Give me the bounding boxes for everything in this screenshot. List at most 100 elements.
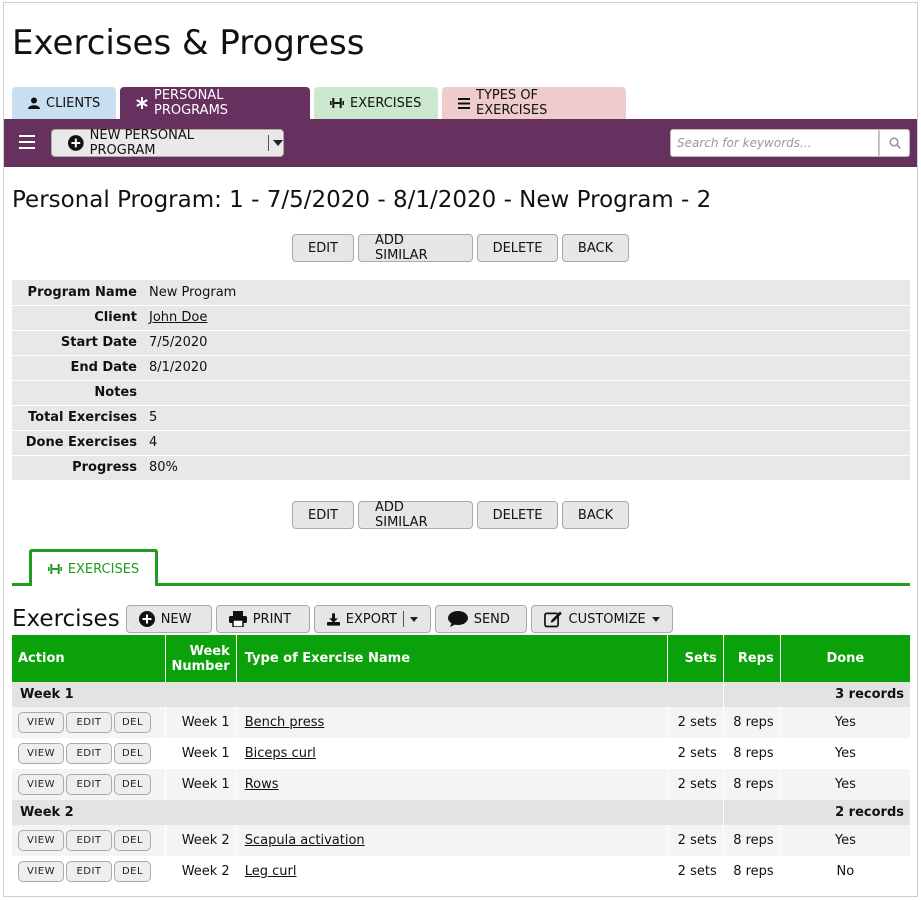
group-label: Week 2: [12, 800, 724, 825]
delete-row-button[interactable]: DEL: [114, 830, 151, 851]
add-similar-button[interactable]: ADD SIMILAR: [358, 233, 473, 263]
detail-value-cell: John Doe: [141, 305, 910, 331]
col-reps[interactable]: Reps: [723, 635, 781, 682]
detail-row-program-name: Program Name New Program: [12, 280, 910, 306]
detail-row-done-exercises: Done Exercises 4: [12, 430, 910, 456]
tab-personal-programs[interactable]: PERSONAL PROGRAMS: [120, 87, 310, 119]
send-button[interactable]: SEND: [434, 605, 527, 633]
plus-circle-icon: [138, 611, 155, 627]
table-row: VIEW EDIT DEL Week 2 Leg curl 2 sets 8 rep…: [12, 856, 910, 887]
subtab-exercises[interactable]: EXERCISES: [29, 549, 158, 586]
cell-reps: 8 reps: [723, 738, 781, 769]
table-header-row: Action Week Number Type of Exercise Name…: [12, 635, 910, 682]
table-row: VIEW EDIT DEL Week 1 Biceps curl 2 sets 8 …: [12, 738, 910, 769]
cell-done: Yes: [780, 707, 910, 738]
view-button[interactable]: VIEW: [18, 712, 64, 733]
detail-value: New Program: [141, 280, 910, 306]
tab-exercises[interactable]: EXERCISES: [314, 87, 438, 119]
cell-type: Rows: [236, 769, 668, 800]
edit-button[interactable]: EDIT: [292, 501, 354, 529]
back-button[interactable]: BACK: [562, 234, 629, 262]
cell-reps: 8 reps: [723, 769, 781, 800]
group-label: Week 1: [12, 682, 724, 707]
new-exercise-button[interactable]: NEW: [125, 605, 212, 633]
print-button[interactable]: PRINT: [215, 605, 310, 633]
record-actions-bottom: EDIT ADD SIMILAR DELETE BACK: [292, 500, 629, 530]
edit-row-button[interactable]: EDIT: [66, 712, 112, 733]
list-icon: [458, 97, 470, 109]
detail-label: Progress: [12, 455, 141, 481]
main-tabs: CLIENTS PERSONAL PROGRAMS EXERCISES TYPE…: [12, 87, 626, 119]
exercises-table: Action Week Number Type of Exercise Name…: [12, 635, 910, 887]
cell-done: Yes: [780, 769, 910, 800]
detail-value: 7/5/2020: [141, 330, 910, 356]
search-icon: [888, 137, 901, 149]
cell-done: Yes: [780, 825, 910, 856]
tab-exercises-label: EXERCISES: [350, 95, 422, 111]
detail-label: Program Name: [12, 280, 141, 306]
search-input[interactable]: [670, 129, 879, 157]
export-button[interactable]: EXPORT: [313, 605, 431, 633]
cell-sets: 2 sets: [667, 769, 724, 800]
table-row: VIEW EDIT DEL Week 2 Scapula activation 2 …: [12, 825, 910, 856]
edit-row-button[interactable]: EDIT: [66, 774, 112, 795]
chat-bubble-icon: [447, 611, 468, 627]
edit-row-button[interactable]: EDIT: [66, 830, 112, 851]
col-sets[interactable]: Sets: [667, 635, 724, 682]
plus-circle-icon: [68, 135, 84, 151]
col-week-number[interactable]: Week Number: [165, 635, 237, 682]
new-personal-program-button[interactable]: NEW PERSONAL PROGRAM: [51, 128, 284, 158]
add-similar-button[interactable]: ADD SIMILAR: [358, 500, 473, 530]
exercise-type-link[interactable]: Scapula activation: [245, 833, 365, 848]
tab-clients[interactable]: CLIENTS: [12, 87, 116, 119]
delete-row-button[interactable]: DEL: [114, 861, 151, 882]
group-row-week-1: Week 1 3 records: [12, 682, 910, 707]
detail-row-progress: Progress 80%: [12, 455, 910, 481]
customize-button[interactable]: CUSTOMIZE: [530, 605, 673, 633]
delete-button[interactable]: DELETE: [477, 501, 558, 529]
detail-value: [141, 380, 910, 406]
detail-label: Client: [12, 305, 141, 331]
download-icon: [326, 612, 340, 626]
new-label: NEW: [160, 611, 192, 627]
dropdown-caret-icon[interactable]: [409, 616, 418, 622]
dropdown-caret-icon[interactable]: [273, 140, 283, 146]
view-button[interactable]: VIEW: [18, 861, 64, 882]
row-actions: VIEW EDIT DEL: [12, 738, 166, 769]
tab-types-of-exercises[interactable]: TYPES OF EXERCISES: [442, 87, 626, 119]
view-button[interactable]: VIEW: [18, 774, 64, 795]
dumbbell-icon: [330, 98, 344, 108]
tab-types-label: TYPES OF EXERCISES: [476, 88, 548, 118]
delete-button[interactable]: DELETE: [477, 234, 558, 262]
delete-row-button[interactable]: DEL: [114, 743, 151, 764]
detail-label: Done Exercises: [12, 430, 141, 456]
view-button[interactable]: VIEW: [18, 743, 64, 764]
exercise-type-link[interactable]: Rows: [245, 777, 279, 792]
hamburger-menu-icon[interactable]: [19, 135, 35, 149]
row-actions: VIEW EDIT DEL: [12, 769, 166, 800]
col-type-of-exercise[interactable]: Type of Exercise Name: [236, 635, 668, 682]
detail-row-client: Client John Doe: [12, 305, 910, 331]
exercise-type-link[interactable]: Leg curl: [245, 864, 297, 879]
search-box: [670, 129, 910, 157]
row-actions: VIEW EDIT DEL: [12, 707, 166, 738]
col-done[interactable]: Done: [780, 635, 910, 682]
exercise-type-link[interactable]: Biceps curl: [245, 746, 316, 761]
detail-value: 5: [141, 405, 910, 431]
edit-row-button[interactable]: EDIT: [66, 861, 112, 882]
exercises-title: Exercises: [12, 606, 120, 632]
edit-row-button[interactable]: EDIT: [66, 743, 112, 764]
detail-value: 8/1/2020: [141, 355, 910, 381]
detail-label: Start Date: [12, 330, 141, 356]
edit-button[interactable]: EDIT: [292, 234, 354, 262]
delete-row-button[interactable]: DEL: [114, 712, 151, 733]
search-button[interactable]: [879, 129, 910, 157]
button-separator: [402, 611, 404, 627]
client-link[interactable]: John Doe: [149, 310, 207, 325]
back-button[interactable]: BACK: [562, 501, 629, 529]
view-button[interactable]: VIEW: [18, 830, 64, 851]
detail-row-notes: Notes: [12, 380, 910, 406]
detail-value: 80%: [141, 455, 910, 481]
delete-row-button[interactable]: DEL: [114, 774, 151, 795]
exercise-type-link[interactable]: Bench press: [245, 715, 325, 730]
